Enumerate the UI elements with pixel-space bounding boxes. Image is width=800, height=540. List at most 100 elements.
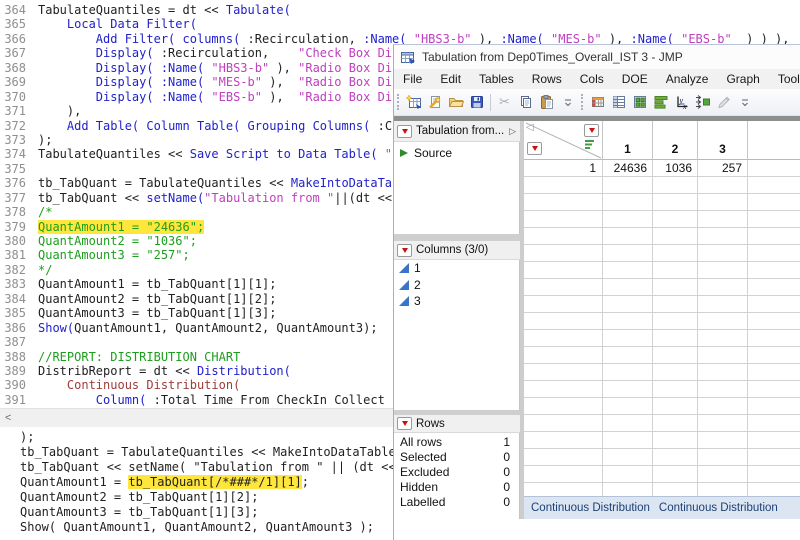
status-item[interactable]: Continuous Distribution [659, 502, 778, 514]
row-number-cell[interactable] [524, 330, 603, 347]
grid-cell[interactable] [698, 466, 748, 483]
grid-cell[interactable] [653, 228, 698, 245]
grid-cell[interactable] [603, 313, 653, 330]
grid-cell[interactable] [698, 398, 748, 415]
row-number-cell[interactable] [524, 432, 603, 449]
fit-y-by-x-icon[interactable]: yx [671, 92, 692, 113]
save-icon[interactable] [466, 92, 487, 113]
red-triangle-menu-icon[interactable] [397, 417, 412, 430]
grid-cell[interactable] [698, 279, 748, 296]
grid-cell[interactable] [698, 194, 748, 211]
grid-cell[interactable] [698, 313, 748, 330]
grid-cell[interactable] [603, 347, 653, 364]
grid-cell[interactable] [603, 466, 653, 483]
grid-cell[interactable] [698, 330, 748, 347]
grid-cell[interactable] [653, 415, 698, 432]
status-item[interactable]: Continuous Distribution [531, 502, 650, 514]
grid-cell[interactable] [698, 432, 748, 449]
row-number-cell[interactable] [524, 415, 603, 432]
grid-cell[interactable] [603, 245, 653, 262]
copy-icon[interactable] [515, 92, 536, 113]
grid-cell[interactable] [653, 449, 698, 466]
grid-cell[interactable] [603, 177, 653, 194]
menu-analyze[interactable]: Analyze [657, 70, 718, 88]
grid-cell[interactable] [653, 432, 698, 449]
grid-cell[interactable] [603, 364, 653, 381]
menu-tools[interactable]: Tools [769, 70, 800, 88]
source-script-item[interactable]: Source [394, 142, 519, 160]
grid-cell[interactable] [603, 296, 653, 313]
menu-graph[interactable]: Graph [717, 70, 768, 88]
window-titlebar[interactable]: Tabulation from Dep0Times_Overall_IST 3 … [394, 45, 800, 69]
grid-cell[interactable] [653, 364, 698, 381]
menu-file[interactable]: File [394, 70, 431, 88]
grid-cell[interactable] [603, 194, 653, 211]
collapse-left-icon[interactable]: ◁ [526, 122, 534, 133]
column-item-2[interactable]: 2 [394, 277, 519, 294]
grid-cell[interactable] [698, 415, 748, 432]
grid-cell[interactable] [653, 381, 698, 398]
grid-cell[interactable] [698, 296, 748, 313]
rows-stat-excluded[interactable]: Excluded0 [394, 465, 519, 480]
row-number-cell[interactable] [524, 177, 603, 194]
red-triangle-menu-icon[interactable] [397, 244, 412, 257]
cut-icon[interactable]: ✂ [494, 92, 515, 113]
grid-cell[interactable] [653, 279, 698, 296]
grid-cell[interactable] [603, 398, 653, 415]
grid-cell[interactable] [603, 279, 653, 296]
red-triangle-menu-icon[interactable] [397, 125, 412, 138]
rows-panel-header[interactable]: Rows [394, 415, 520, 433]
grid-cell[interactable] [603, 211, 653, 228]
grid-cell[interactable] [653, 398, 698, 415]
grid-cell[interactable] [603, 381, 653, 398]
grid-col-header-2[interactable]: 2 [653, 121, 698, 160]
row-number-cell[interactable] [524, 262, 603, 279]
row-number-cell[interactable] [524, 381, 603, 398]
menu-tables[interactable]: Tables [470, 70, 523, 88]
rows-stat-hidden[interactable]: Hidden0 [394, 480, 519, 495]
grid-cell[interactable] [653, 347, 698, 364]
menu-cols[interactable]: Cols [571, 70, 613, 88]
grid-cell[interactable]: 257 [698, 160, 748, 177]
run-script-icon[interactable] [400, 149, 408, 157]
editor-horizontal-scrollbar[interactable]: < [0, 408, 394, 427]
grid-cell[interactable] [653, 245, 698, 262]
grid-cell[interactable] [653, 313, 698, 330]
grid-cell[interactable] [603, 262, 653, 279]
grid-cell[interactable]: 1036 [653, 160, 698, 177]
column-item-1[interactable]: 1 [394, 260, 519, 277]
edit-pencil-icon[interactable] [713, 92, 734, 113]
grid-cell[interactable] [653, 211, 698, 228]
rows-stat-selected[interactable]: Selected0 [394, 450, 519, 465]
grid-cell[interactable] [603, 415, 653, 432]
row-number-cell[interactable] [524, 211, 603, 228]
grid-cell[interactable] [653, 177, 698, 194]
paste-icon[interactable] [536, 92, 557, 113]
rows-stat-all-rows[interactable]: All rows1 [394, 435, 519, 450]
grid-cell[interactable] [653, 262, 698, 279]
grid-cell[interactable] [698, 211, 748, 228]
join-tables-icon[interactable] [692, 92, 713, 113]
row-number-cell[interactable] [524, 194, 603, 211]
grid-cell[interactable] [698, 177, 748, 194]
grid-cell[interactable] [698, 262, 748, 279]
menu-rows[interactable]: Rows [523, 70, 571, 88]
grid-cell[interactable] [603, 449, 653, 466]
panel-splitter[interactable] [394, 234, 520, 241]
data-table-icon[interactable] [587, 92, 608, 113]
row-number-cell[interactable] [524, 347, 603, 364]
row-number-cell[interactable] [524, 364, 603, 381]
grid-cell[interactable]: 24636 [603, 160, 653, 177]
grid-cell[interactable] [603, 432, 653, 449]
expand-right-icon[interactable]: ▷ [509, 126, 517, 137]
grid-cell[interactable] [603, 330, 653, 347]
grid-cell[interactable] [603, 228, 653, 245]
row-number-cell[interactable] [524, 398, 603, 415]
row-number-cell[interactable] [524, 466, 603, 483]
grid-cell[interactable] [698, 381, 748, 398]
grid-cell[interactable] [698, 364, 748, 381]
row-number-cell[interactable] [524, 296, 603, 313]
grid-cell[interactable] [698, 347, 748, 364]
scroll-left-arrow-icon[interactable]: < [0, 412, 11, 424]
rows-red-triangle-icon[interactable] [527, 142, 542, 155]
